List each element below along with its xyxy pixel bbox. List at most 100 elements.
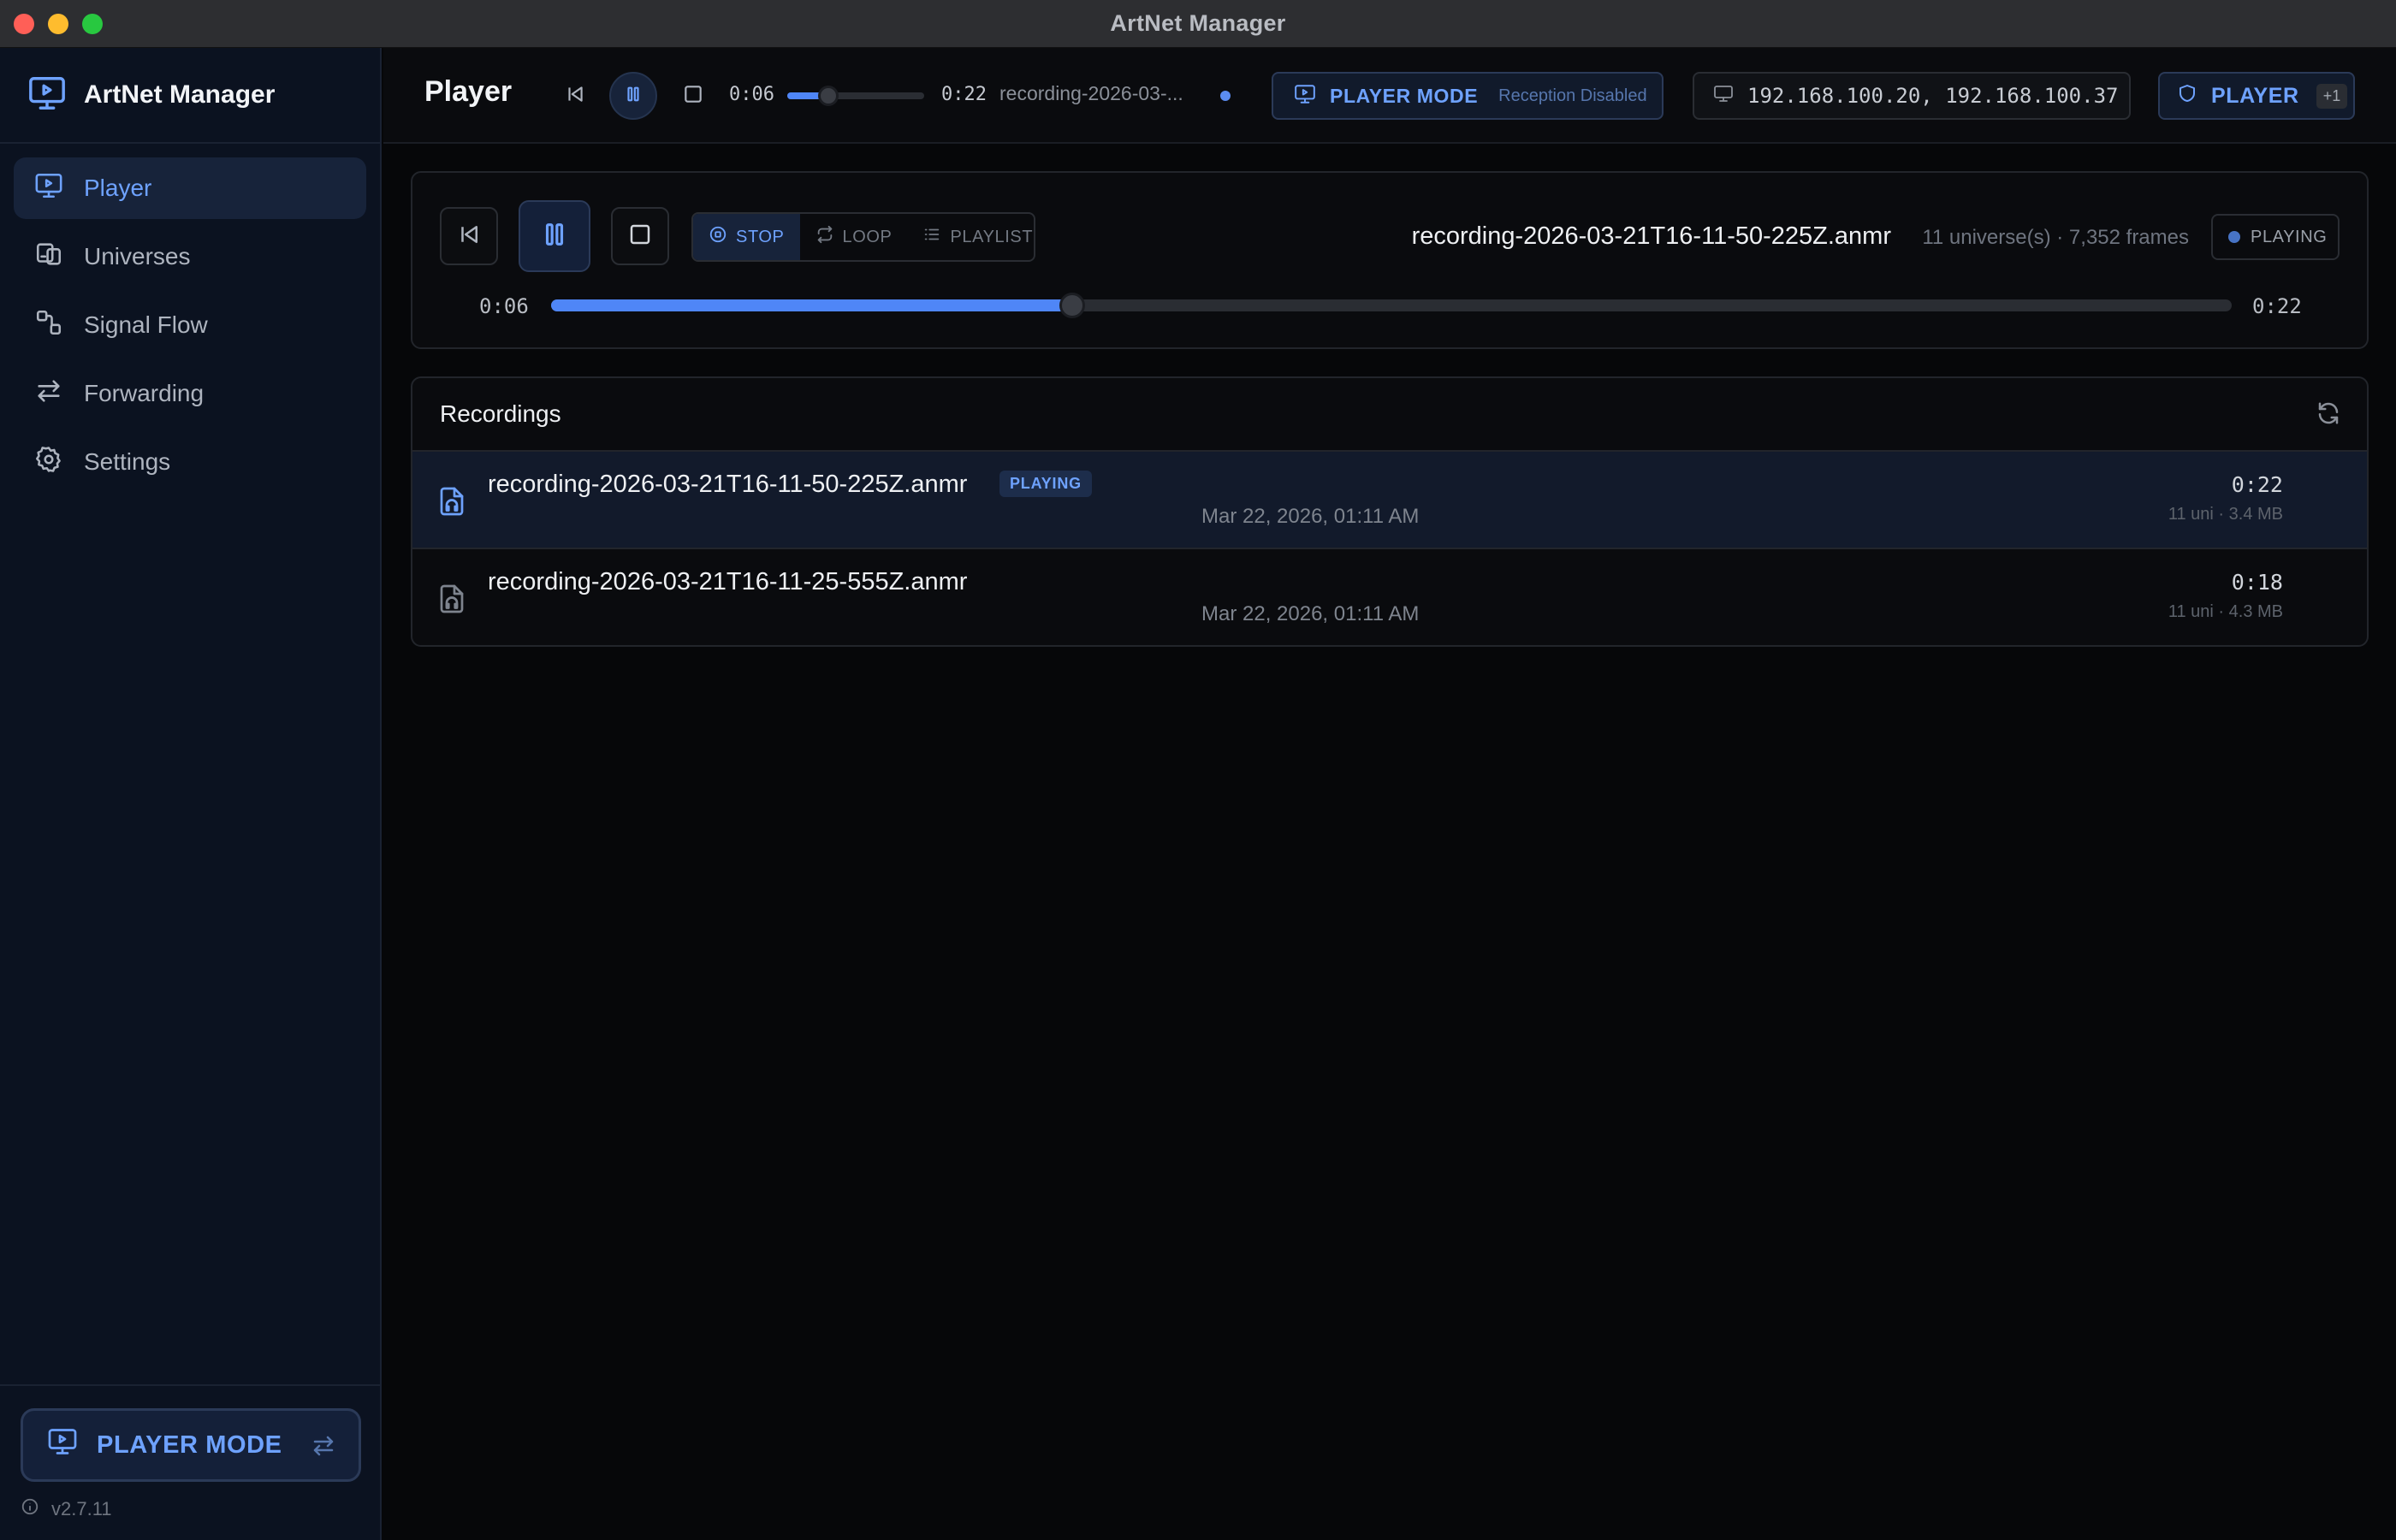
sidebar-item-label: Settings <box>84 448 171 475</box>
app-logo-icon <box>27 74 67 117</box>
swap-mode-icon <box>311 1433 336 1466</box>
recording-date: Mar 22, 2026, 01:11 AM <box>1201 505 1420 528</box>
recording-row[interactable]: recording-2026-03-21T16-11-50-225Z.anmr … <box>412 452 2367 549</box>
pause-icon <box>540 220 569 253</box>
sidebar-item-signal-flow[interactable]: Signal Flow <box>14 294 366 356</box>
recording-info: 11 uni · 4.3 MB <box>2168 602 2283 621</box>
audio-file-icon <box>436 583 467 619</box>
loop-icon <box>815 225 834 249</box>
mini-progress-slider[interactable] <box>787 86 924 106</box>
progress-slider[interactable] <box>551 293 2232 318</box>
app-name: ArtNet Manager <box>84 80 276 109</box>
total-time: 0:22 <box>2252 294 2302 318</box>
pause-button[interactable] <box>519 200 590 272</box>
network-interfaces-status[interactable]: 192.168.100.20, 192.168.100.37 <box>1693 72 2131 120</box>
mini-playing-indicator <box>1220 91 1231 101</box>
gear-icon <box>34 445 63 480</box>
window-controls <box>14 14 103 34</box>
sidebar-item-label: Signal Flow <box>84 311 208 338</box>
version-text: v2.7.11 <box>51 1498 112 1519</box>
signal-flow-icon <box>34 308 63 343</box>
previous-button[interactable] <box>440 207 498 265</box>
player-mode-button[interactable]: PLAYER MODE <box>21 1408 361 1482</box>
minimize-window-button[interactable] <box>48 14 68 34</box>
mode-option-label: LOOP <box>842 227 893 246</box>
recording-duration: 0:22 <box>2231 472 2283 497</box>
mode-sublabel: Reception Disabled <box>1498 86 1647 105</box>
sidebar-item-universes[interactable]: Universes <box>14 226 366 287</box>
audio-file-icon <box>436 486 467 521</box>
progress-knob[interactable] <box>1059 293 1085 318</box>
top-bar: Player 0:06 0:22 recording-2026-03-... P… <box>383 48 2396 144</box>
role-label: PLAYER <box>2211 83 2299 108</box>
shield-icon <box>2177 83 2197 110</box>
info-icon <box>21 1497 39 1521</box>
recordings-header: Recordings <box>412 378 2367 452</box>
status-label: PLAYING <box>2251 227 2328 246</box>
mode-playlist-option[interactable]: PLAYLIST <box>907 214 1034 260</box>
stop-circle-icon <box>709 225 727 249</box>
mini-progress-knob[interactable] <box>818 86 839 106</box>
recording-name: recording-2026-03-21T16-11-50-225Z.anmr <box>488 471 968 498</box>
zoom-window-button[interactable] <box>82 14 103 34</box>
ip-addresses: 192.168.100.20, 192.168.100.37 <box>1747 84 2119 108</box>
sidebar: ArtNet Manager Player Universes Signal F… <box>0 48 382 1540</box>
stop-button[interactable] <box>611 207 669 265</box>
mode-option-label: PLAYLIST <box>950 227 1034 246</box>
mode-stop-option[interactable]: STOP <box>693 214 800 260</box>
stop-icon <box>627 222 653 252</box>
recording-name: recording-2026-03-21T16-11-25-555Z.anmr <box>488 568 968 595</box>
pause-icon <box>624 85 643 108</box>
monitor-icon <box>1713 83 1734 109</box>
playing-badge: PLAYING <box>999 471 1092 497</box>
sidebar-item-player[interactable]: Player <box>14 157 366 219</box>
sidebar-item-label: Universes <box>84 243 191 270</box>
recording-duration: 0:18 <box>2231 570 2283 595</box>
sidebar-item-label: Forwarding <box>84 380 205 406</box>
recording-date: Mar 22, 2026, 01:11 AM <box>1201 602 1420 625</box>
role-count-badge: +1 <box>2316 83 2348 109</box>
mode-option-label: STOP <box>736 227 785 246</box>
page-title: Player <box>424 75 513 108</box>
current-file-name: recording-2026-03-21T16-11-50-225Z.anmr <box>1411 222 1891 250</box>
recording-row[interactable]: recording-2026-03-21T16-11-25-555Z.anmr … <box>412 549 2367 647</box>
status-dot <box>2228 231 2240 243</box>
app-brand: ArtNet Manager <box>0 48 380 144</box>
mini-pause-button[interactable] <box>609 72 657 120</box>
mini-previous-button[interactable] <box>561 82 589 110</box>
mode-loop-option[interactable]: LOOP <box>800 214 908 260</box>
app-version: v2.7.11 <box>21 1497 112 1521</box>
mini-total-time: 0:22 <box>941 84 987 105</box>
window-title: ArtNet Manager <box>1110 10 1286 36</box>
playback-mode-selector: STOP LOOP PLAYLIST <box>691 212 1035 262</box>
sidebar-item-settings[interactable]: Settings <box>14 431 366 493</box>
role-status-button[interactable]: PLAYER +1 <box>2158 72 2355 120</box>
sidebar-item-forwarding[interactable]: Forwarding <box>14 363 366 424</box>
monitor-play-icon <box>1294 83 1316 110</box>
sidebar-item-label: Player <box>84 175 152 201</box>
stop-icon <box>682 83 704 110</box>
recording-info: 11 uni · 3.4 MB <box>2168 505 2283 524</box>
progress-fill <box>551 299 1072 311</box>
devices-icon <box>34 240 63 275</box>
refresh-icon[interactable] <box>2316 400 2341 432</box>
player-mode-status[interactable]: PLAYER MODE Reception Disabled <box>1272 72 1664 120</box>
arrows-exchange-icon <box>34 376 63 412</box>
monitor-play-icon <box>34 171 63 206</box>
sidebar-nav: Player Universes Signal Flow Forwarding … <box>0 144 380 513</box>
skip-back-icon <box>564 83 586 110</box>
player-mode-label: PLAYER MODE <box>97 1430 282 1459</box>
window-titlebar: ArtNet Manager <box>0 0 2396 48</box>
skip-back-icon <box>456 222 482 252</box>
playback-status-badge: PLAYING <box>2211 214 2340 260</box>
monitor-play-icon <box>47 1426 78 1464</box>
sidebar-footer: PLAYER MODE v2.7.11 <box>0 1384 380 1540</box>
mini-elapsed-time: 0:06 <box>729 84 774 105</box>
close-window-button[interactable] <box>14 14 34 34</box>
player-panel: STOP LOOP PLAYLIST recording-2026-03-21T… <box>411 171 2369 349</box>
recordings-title: Recordings <box>440 400 561 427</box>
mini-stop-button[interactable] <box>679 82 707 110</box>
current-file-meta: 11 universe(s) · 7,352 frames <box>1922 226 2189 249</box>
list-icon <box>922 225 941 249</box>
mode-label: PLAYER MODE <box>1330 84 1479 107</box>
